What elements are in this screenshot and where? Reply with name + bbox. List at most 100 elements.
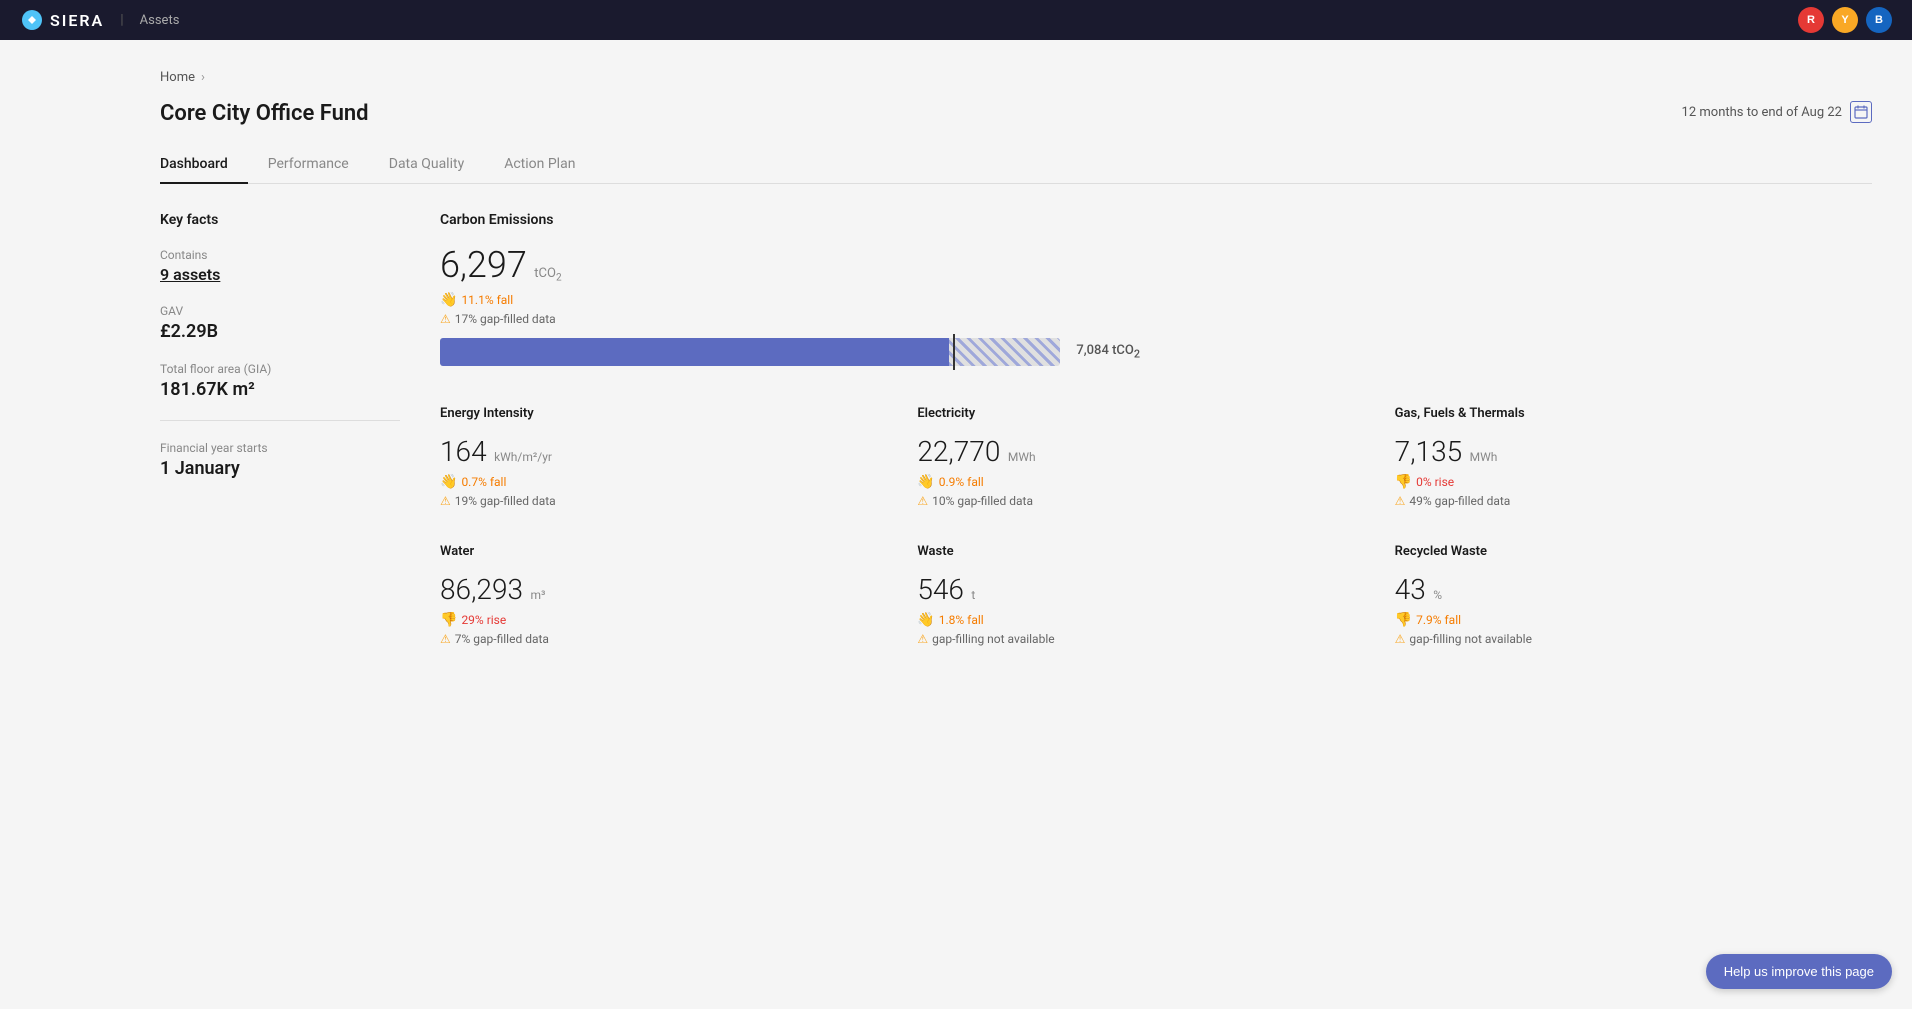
water-title: Water <box>440 544 897 559</box>
gav-value: £2.29B <box>160 321 400 342</box>
waste-gap-icon: ⚠ <box>917 632 928 646</box>
waste-change-text: 1.8% fall <box>939 613 984 627</box>
energy-col: Energy Intensity 164 kWh/m²/yr 👋 0.7% fa… <box>440 406 917 508</box>
key-facts-label: Key facts <box>160 212 400 228</box>
breadcrumb-chevron: › <box>201 70 205 85</box>
water-col: Water 86,293 m³ 👎 29% rise ⚠ 7% gap-fill… <box>440 544 917 646</box>
carbon-unit: tCO2 <box>534 266 561 281</box>
recycled-waste-title: Recycled Waste <box>1395 544 1852 559</box>
water-change-text: 29% rise <box>461 613 506 627</box>
recycled-waste-value-row: 43 % <box>1395 573 1852 606</box>
waste-value: 546 <box>917 573 964 606</box>
dashboard-grid: Key facts Contains 9 assets GAV £2.29B T… <box>160 212 1872 682</box>
carbon-section: Carbon Emissions 6,297 tCO2 👋 11.1% fall… <box>440 212 1872 366</box>
top-navigation: SIERA | Assets R Y B <box>0 0 1912 40</box>
carbon-bar-container: 7,084 tCO2 <box>440 338 1140 366</box>
gas-change-text: 0% rise <box>1416 475 1454 489</box>
contains-value[interactable]: 9 assets <box>160 265 400 284</box>
metrics-row-2: Water 86,293 m³ 👎 29% rise ⚠ 7% gap-fill… <box>440 544 1872 646</box>
carbon-top: 6,297 tCO2 👋 11.1% fall ⚠ 17% gap-filled… <box>440 244 1872 326</box>
recycled-waste-change-icon: 👎 <box>1395 612 1412 628</box>
waste-col: Waste 546 t 👋 1.8% fall ⚠ gap-filling no… <box>917 544 1394 646</box>
gav-label: GAV <box>160 304 400 318</box>
water-unit: m³ <box>531 588 546 602</box>
logo-icon <box>20 8 44 32</box>
recycled-waste-col: Recycled Waste 43 % 👎 7.9% fall ⚠ gap-fi… <box>1395 544 1872 646</box>
help-improve-button[interactable]: Help us improve this page <box>1706 954 1892 989</box>
recycled-waste-gap: ⚠ gap-filling not available <box>1395 632 1852 646</box>
carbon-change-text: 11.1% fall <box>461 293 513 307</box>
date-range-text: 12 months to end of Aug 22 <box>1682 105 1842 120</box>
water-change-icon: 👎 <box>440 612 457 628</box>
gas-change: 👎 0% rise <box>1395 474 1852 490</box>
calendar-icon[interactable] <box>1850 101 1872 123</box>
breadcrumb-home[interactable]: Home <box>160 70 195 85</box>
energy-change-text: 0.7% fall <box>461 475 506 489</box>
tab-action-plan[interactable]: Action Plan <box>484 146 595 184</box>
tabs-container: Dashboard Performance Data Quality Actio… <box>160 146 1872 184</box>
waste-unit: t <box>971 588 975 602</box>
water-gap: ⚠ 7% gap-filled data <box>440 632 897 646</box>
gas-col: Gas, Fuels & Thermals 7,135 MWh 👎 0% ris… <box>1395 406 1872 508</box>
gas-title: Gas, Fuels & Thermals <box>1395 406 1852 421</box>
electricity-col: Electricity 22,770 MWh 👋 0.9% fall ⚠ 10%… <box>917 406 1394 508</box>
waste-change-icon: 👋 <box>917 612 934 628</box>
electricity-value-row: 22,770 MWh <box>917 435 1374 468</box>
water-gap-icon: ⚠ <box>440 632 451 646</box>
floor-area-value: 181.67K m² <box>160 379 400 400</box>
floor-area-label: Total floor area (GIA) <box>160 362 400 376</box>
electricity-title: Electricity <box>917 406 1374 421</box>
energy-gap-text: 19% gap-filled data <box>455 494 556 508</box>
avatar-blue[interactable]: B <box>1866 7 1892 33</box>
energy-value: 164 <box>440 435 487 468</box>
fin-year-value: 1 January <box>160 458 400 479</box>
waste-gap: ⚠ gap-filling not available <box>917 632 1374 646</box>
carbon-bar-target <box>949 338 1061 366</box>
recycled-waste-change: 👎 7.9% fall <box>1395 612 1852 628</box>
page-title: Core City Office Fund <box>160 101 369 126</box>
avatar-red[interactable]: R <box>1798 7 1824 33</box>
electricity-unit: MWh <box>1008 450 1036 464</box>
metrics-area: Carbon Emissions 6,297 tCO2 👋 11.1% fall… <box>440 212 1872 682</box>
carbon-title: Carbon Emissions <box>440 212 1872 228</box>
waste-value-row: 546 t <box>917 573 1374 606</box>
carbon-gap: ⚠ 17% gap-filled data <box>440 312 562 326</box>
logo-text: SIERA <box>50 11 104 30</box>
electricity-gap-icon: ⚠ <box>917 494 928 508</box>
energy-change: 👋 0.7% fall <box>440 474 897 490</box>
carbon-gap-text: 17% gap-filled data <box>455 312 556 326</box>
gas-value-row: 7,135 MWh <box>1395 435 1852 468</box>
electricity-gap-text: 10% gap-filled data <box>932 494 1033 508</box>
nav-right: R Y B <box>1798 7 1892 33</box>
key-facts-panel: Key facts Contains 9 assets GAV £2.29B T… <box>160 212 440 682</box>
tab-performance[interactable]: Performance <box>248 146 369 184</box>
gas-gap-text: 49% gap-filled data <box>1409 494 1510 508</box>
carbon-target-value: 7,084 tCO2 <box>1076 343 1140 361</box>
tab-data-quality[interactable]: Data Quality <box>369 146 484 184</box>
nav-divider: | <box>120 12 123 28</box>
carbon-target-label: 7,084 tCO2 <box>1076 343 1140 361</box>
recycled-waste-gap-text: gap-filling not available <box>1409 632 1532 646</box>
carbon-bar-fill <box>440 338 949 366</box>
water-gap-text: 7% gap-filled data <box>455 632 549 646</box>
carbon-gap-icon: ⚠ <box>440 312 451 326</box>
nav-assets[interactable]: Assets <box>140 13 180 28</box>
fact-fin-year: Financial year starts 1 January <box>160 441 400 479</box>
water-value-row: 86,293 m³ <box>440 573 897 606</box>
energy-value-row: 164 kWh/m²/yr <box>440 435 897 468</box>
waste-title: Waste <box>917 544 1374 559</box>
fact-contains: Contains 9 assets <box>160 248 400 284</box>
avatar-yellow[interactable]: Y <box>1832 7 1858 33</box>
fin-year-label: Financial year starts <box>160 441 400 455</box>
energy-gap-icon: ⚠ <box>440 494 451 508</box>
energy-change-icon: 👋 <box>440 474 457 490</box>
energy-title: Energy Intensity <box>440 406 897 421</box>
waste-change: 👋 1.8% fall <box>917 612 1374 628</box>
gas-change-icon: 👎 <box>1395 474 1412 490</box>
carbon-progress-bar <box>440 338 1060 366</box>
tab-dashboard[interactable]: Dashboard <box>160 146 248 184</box>
metrics-row-1: Energy Intensity 164 kWh/m²/yr 👋 0.7% fa… <box>440 406 1872 508</box>
logo: SIERA <box>20 8 104 32</box>
water-change: 👎 29% rise <box>440 612 897 628</box>
gas-unit: MWh <box>1470 450 1498 464</box>
